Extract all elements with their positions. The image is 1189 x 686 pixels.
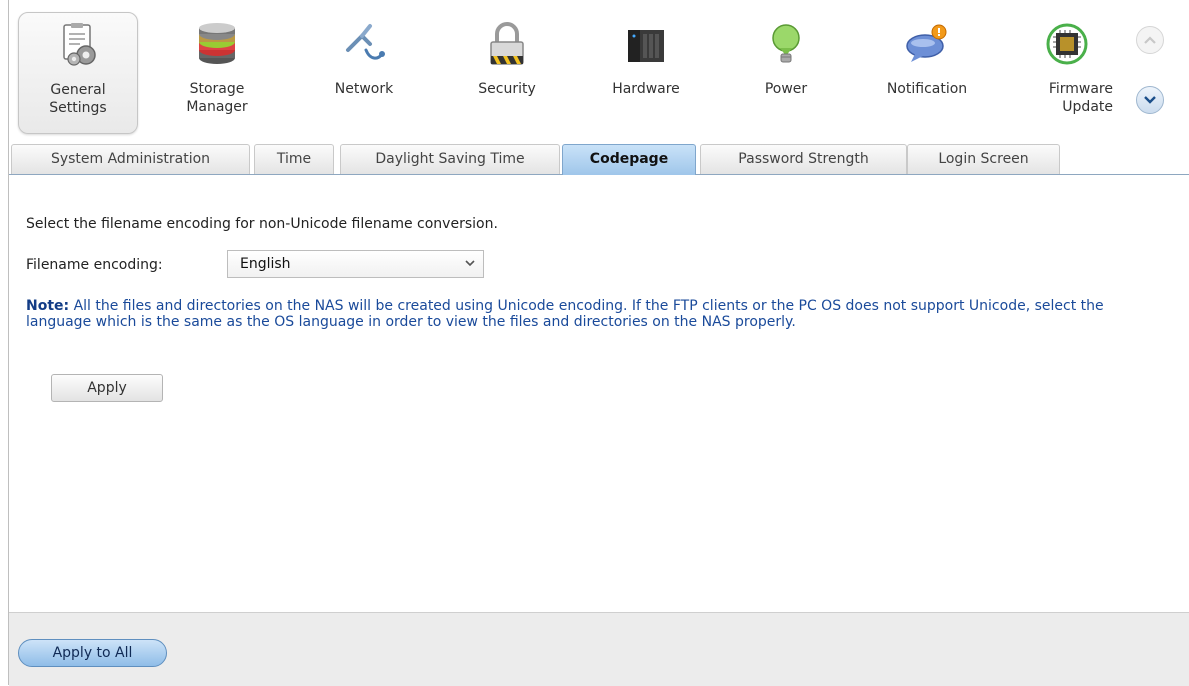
filename-encoding-value: English	[240, 256, 291, 272]
category-network[interactable]: Network	[304, 12, 424, 134]
category-hardware[interactable]: Hardware	[586, 12, 706, 134]
tab-login-screen[interactable]: Login Screen	[907, 144, 1060, 174]
category-label: Network	[334, 81, 394, 97]
chevron-up-icon	[1144, 36, 1156, 44]
apply-to-all-button[interactable]: Apply to All	[18, 639, 167, 667]
category-storage-manager[interactable]: Storage Manager	[157, 12, 277, 134]
settings-tab-bar: System Administration Time Daylight Savi…	[9, 144, 1189, 175]
category-general-settings[interactable]: General Settings	[18, 12, 138, 134]
codepage-panel: Select the filename encoding for non-Uni…	[9, 175, 1189, 612]
control-panel-window: General Settings Storage Manager Network…	[8, 0, 1189, 686]
category-label: Hardware	[612, 81, 680, 97]
firmware-chip-icon	[1046, 23, 1088, 65]
general-settings-icon	[63, 23, 96, 66]
filename-encoding-label: Filename encoding:	[26, 257, 163, 273]
category-toolbar: General Settings Storage Manager Network…	[9, 0, 1189, 140]
tab-system-administration[interactable]: System Administration	[11, 144, 250, 174]
category-label: Storage Manager	[186, 81, 248, 115]
category-label: Firmware Update	[1048, 81, 1113, 115]
category-security[interactable]: Security	[447, 12, 567, 134]
encoding-description: Select the filename encoding for non-Uni…	[26, 216, 498, 232]
chevron-down-icon	[465, 260, 475, 267]
storage-manager-icon	[199, 23, 235, 64]
scroll-up-button[interactable]	[1136, 26, 1164, 54]
category-label: General Settings	[49, 82, 107, 116]
network-icon	[346, 24, 385, 60]
scroll-down-button[interactable]	[1136, 86, 1164, 114]
tab-codepage[interactable]: Codepage	[562, 144, 696, 175]
category-notification[interactable]: Notification	[867, 12, 987, 134]
security-lock-icon	[490, 22, 524, 65]
category-label: Notification	[886, 81, 968, 97]
unicode-note: Note: All the files and directories on t…	[26, 298, 1136, 330]
category-label: Power	[764, 81, 808, 97]
footer-bar: Apply to All	[9, 612, 1189, 686]
note-prefix: Note:	[26, 298, 70, 314]
tab-time[interactable]: Time	[254, 144, 334, 174]
apply-button[interactable]: Apply	[51, 374, 163, 402]
notification-bubble-icon	[906, 24, 947, 62]
note-text: All the files and directories on the NAS…	[26, 298, 1104, 330]
power-bulb-icon	[772, 24, 800, 63]
tab-daylight-saving-time[interactable]: Daylight Saving Time	[340, 144, 560, 174]
tab-password-strength[interactable]: Password Strength	[700, 144, 907, 174]
category-label: Security	[478, 81, 536, 97]
category-power[interactable]: Power	[726, 12, 846, 134]
hardware-icon	[628, 30, 664, 62]
filename-encoding-select[interactable]: English	[227, 250, 484, 278]
category-firmware-update[interactable]: Firmware Update	[1007, 12, 1127, 134]
chevron-down-icon	[1144, 96, 1156, 104]
